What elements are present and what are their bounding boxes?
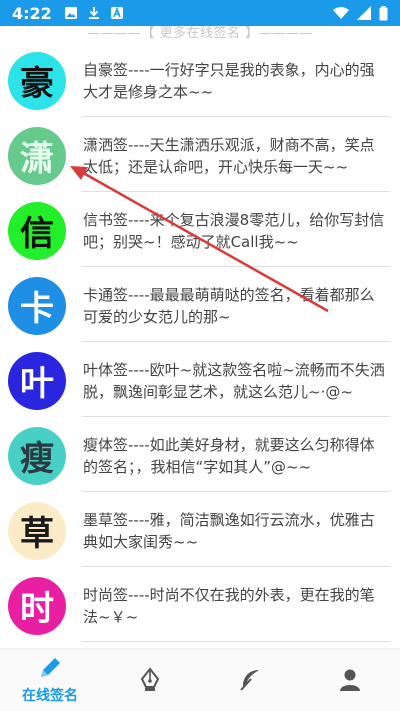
signature-description: 时尚签----时尚不仅在我的外表，更在我的笔法~￥~ [83, 585, 375, 626]
wifi-icon [333, 7, 349, 19]
list-item[interactable]: 草 墨草签----雅，简洁飘逸如行云流水，优雅古典如大家闺秀~~ [0, 494, 400, 567]
signature-description: 墨草签----雅，简洁飘逸如行云流水，优雅古典如大家闺秀~~ [83, 510, 375, 551]
avatar-icon: 潇 [8, 126, 66, 185]
divider [82, 416, 390, 417]
bottom-nav: 在线签名 [0, 648, 400, 711]
tab-online-signature[interactable]: 在线签名 [0, 649, 100, 711]
status-bar: 4:22 [0, 0, 400, 26]
avatar-char: 豪 [20, 64, 54, 104]
divider [82, 341, 390, 342]
avatar-icon: 信 [8, 201, 66, 260]
divider [82, 191, 390, 192]
tab-feather[interactable] [200, 649, 300, 711]
tab-online-signature-label: 在线签名 [22, 688, 78, 704]
signal-icon [357, 6, 371, 20]
divider [82, 491, 390, 492]
list-item[interactable]: 瘦 瘦体签----如此美好身材，就要这么匀称得体的签名；，我相信“字如其人”@~… [0, 419, 400, 492]
avatar-char: 瘦 [20, 439, 54, 479]
avatar-char: 叶 [20, 364, 54, 404]
avatar-icon: 卡 [8, 276, 66, 335]
divider [82, 266, 390, 267]
status-left-icons [64, 6, 124, 20]
signature-description: 瘦体签----如此美好身材，就要这么匀称得体的签名；，我相信“字如其人”@~~ [83, 435, 375, 476]
divider [82, 116, 390, 117]
more-signatures-header[interactable]: ————【 更多在线签名 】———— [0, 26, 400, 44]
avatar-icon: 瘦 [8, 426, 66, 485]
signature-description: 自豪签----一行好字只是我的表象，内心的强大才是修身之本~~ [83, 60, 375, 101]
tab-pen-nib[interactable] [100, 649, 200, 711]
avatar-char: 卡 [20, 289, 54, 329]
signature-description: 潇洒签----天生潇洒乐观派，财商不高，笑点太低；还是认命吧，开心快乐每一天~~ [83, 135, 375, 176]
avatar-char: 信 [20, 214, 54, 254]
signature-description: 叶体签----欧叶~就这款签名啦~流畅而不失洒脱，飘逸间彰显艺术，就这么范儿~·… [83, 360, 385, 401]
signature-list[interactable]: 豪 自豪签----一行好字只是我的表象，内心的强大才是修身之本~~ 潇 潇洒签-… [0, 44, 400, 648]
avatar-icon: 豪 [8, 51, 66, 110]
image-icon [64, 7, 77, 19]
feather-icon [240, 670, 259, 691]
signature-description: 信书签----来个复古浪漫8零范儿，给你写封信吧；别哭~！感动了就Call我~~ [83, 210, 385, 251]
app-icon [110, 6, 123, 19]
list-item[interactable]: 豪 自豪签----一行好字只是我的表象，内心的强大才是修身之本~~ [0, 44, 400, 117]
download-icon [88, 7, 99, 19]
avatar-icon: 时 [8, 576, 66, 635]
tab-profile[interactable] [300, 649, 400, 711]
list-item[interactable]: 信 信书签----来个复古浪漫8零范儿，给你写封信吧；别哭~！感动了就Call我… [0, 194, 400, 267]
user-icon [340, 669, 360, 691]
pencil-icon [41, 658, 60, 677]
list-item[interactable]: 时 时尚签----时尚不仅在我的外表，更在我的笔法~￥~ [0, 569, 400, 642]
status-right-icons [333, 5, 388, 21]
list-item[interactable]: 叶 叶体签----欧叶~就这款签名啦~流畅而不失洒脱，飘逸间彰显艺术，就这么范儿… [0, 344, 400, 417]
list-item[interactable]: 卡 卡通签----最最最萌萌哒的签名，看着都那么可爱的少女范儿的那~ [0, 269, 400, 342]
avatar-icon: 草 [8, 501, 66, 560]
list-item[interactable]: 潇 潇洒签----天生潇洒乐观派，财商不高，笑点太低；还是认命吧，开心快乐每一天… [0, 119, 400, 192]
signature-description: 卡通签----最最最萌萌哒的签名，看着都那么可爱的少女范儿的那~ [83, 285, 375, 326]
avatar-char: 潇 [20, 139, 54, 179]
pen-nib-icon [140, 667, 160, 691]
battery-icon [379, 5, 388, 20]
divider [82, 566, 390, 567]
avatar-char: 时 [20, 589, 54, 629]
status-time: 4:22 [12, 3, 52, 23]
avatar-char: 草 [20, 514, 54, 554]
avatar-icon: 叶 [8, 351, 66, 410]
divider [82, 641, 390, 642]
